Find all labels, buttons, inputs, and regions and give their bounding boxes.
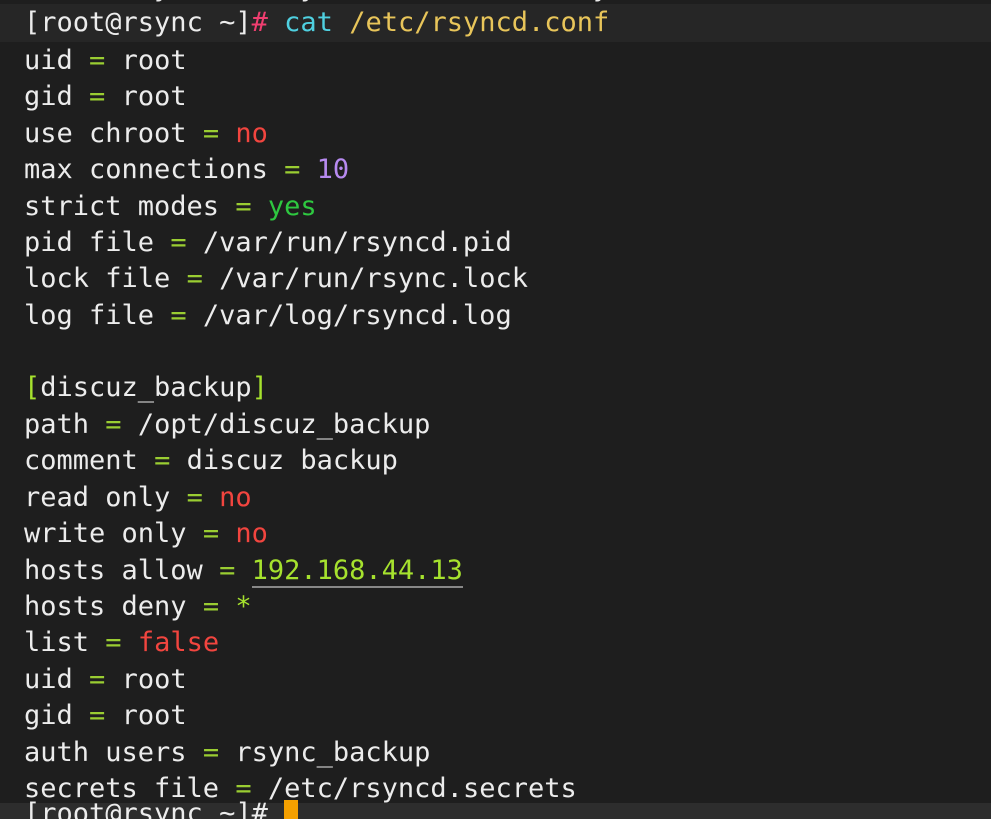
terminal-cursor[interactable]: [284, 800, 299, 819]
config-section-line: hosts allow = 192.168.44.13: [24, 553, 463, 589]
equals-sign: =: [186, 481, 203, 513]
config-value: *: [235, 591, 252, 622]
section-header-line: [discuz_backup]: [24, 370, 268, 406]
equals-sign: =: [170, 227, 187, 258]
config-key: uid: [24, 663, 73, 695]
config-key: auth users: [24, 736, 187, 768]
equals-sign: =: [89, 81, 106, 113]
command-argument: /etc/rsyncd.conf: [349, 7, 610, 38]
config-key: hosts deny: [24, 591, 187, 622]
config-section-line: hosts deny = *: [24, 589, 252, 625]
equals-sign: =: [202, 117, 220, 149]
config-key: log file: [24, 299, 155, 331]
config-global-line: gid = root: [24, 79, 187, 115]
equals-sign: =: [105, 627, 122, 659]
config-key: lock file: [24, 263, 171, 295]
config-section-line: comment = discuz backup: [24, 443, 398, 479]
config-value: yes: [267, 190, 317, 222]
config-key: path: [24, 409, 90, 440]
terminal-window[interactable]: [root@rsync ~]# systemctl status rsyncd …: [0, 0, 991, 819]
config-value: /var/log/rsyncd.log: [202, 299, 512, 331]
equals-sign: =: [89, 700, 106, 732]
config-value: /var/run/rsyncd.pid: [202, 227, 512, 258]
section-bracket-close: ]: [251, 372, 268, 403]
equals-sign: =: [202, 736, 220, 768]
equals-sign: =: [89, 45, 106, 76]
config-key: comment: [24, 445, 138, 477]
config-key: hosts allow: [24, 554, 203, 586]
equals-sign: =: [202, 591, 220, 622]
config-global-line: use chroot = no: [24, 116, 268, 152]
config-key: read only: [24, 481, 171, 513]
bottom-prompt-text: [root@rsync ~]#: [24, 798, 268, 819]
config-section-line: list = false: [24, 625, 219, 661]
equals-sign: =: [219, 554, 236, 586]
config-section-line: uid = root: [24, 662, 187, 698]
config-key: list: [24, 627, 90, 659]
config-value: rsync_backup: [235, 736, 431, 768]
config-value: /opt/discuz_backup: [137, 409, 431, 440]
config-key: write only: [24, 518, 187, 550]
bottom-prompt-line[interactable]: [root@rsync ~]#: [24, 796, 299, 819]
config-value: false: [137, 627, 220, 659]
config-global-line: lock file = /var/run/rsync.lock: [24, 261, 528, 297]
equals-sign: =: [284, 154, 301, 186]
config-global-line: max connections = 10: [24, 152, 349, 188]
config-value: root: [121, 700, 187, 732]
prompt-hash: #: [251, 7, 268, 38]
prompt-user-host: root@rsync: [40, 7, 203, 38]
equals-sign: =: [186, 263, 203, 295]
config-value: 192.168.44.13: [251, 554, 463, 588]
config-value: /etc/rsyncd.secrets: [267, 773, 577, 804]
prompt-bracket-close: ]: [235, 7, 252, 38]
prompt-path: ~: [202, 7, 236, 38]
config-value: no: [235, 117, 268, 149]
config-key: strict modes: [24, 190, 220, 222]
prompt-bracket-open: [: [24, 7, 41, 38]
config-section-line: read only = no: [24, 480, 252, 516]
config-global-line: uid = root: [24, 43, 187, 79]
config-key: uid: [24, 45, 73, 76]
section-header-name: discuz_backup: [40, 372, 252, 403]
config-value: no: [235, 518, 268, 550]
equals-sign: =: [105, 409, 122, 440]
config-key: gid: [24, 81, 73, 113]
equals-sign: =: [154, 445, 171, 477]
config-section-line: auth users = rsync_backup: [24, 735, 430, 771]
config-key: use chroot: [24, 117, 187, 149]
config-section-line: write only = no: [24, 516, 268, 552]
section-bracket-open: [: [24, 372, 41, 403]
config-value: root: [121, 81, 187, 113]
config-value: no: [219, 481, 252, 513]
equals-sign: =: [235, 190, 252, 222]
command-prompt-line: [root@rsync ~]# cat /etc/rsyncd.conf: [24, 5, 609, 41]
config-key: max connections: [24, 154, 268, 186]
config-global-line: strict modes = yes: [24, 189, 317, 225]
config-key: pid file: [24, 227, 155, 258]
equals-sign: =: [170, 299, 187, 331]
config-key: gid: [24, 700, 73, 732]
equals-sign: =: [202, 518, 220, 550]
config-section-line: path = /opt/discuz_backup: [24, 407, 430, 443]
equals-sign: =: [89, 663, 106, 695]
config-value: /var/run/rsync.lock: [219, 263, 528, 295]
config-global-line: pid file = /var/run/rsyncd.pid: [24, 225, 512, 261]
config-value: root: [121, 663, 187, 695]
config-section-line: gid = root: [24, 698, 187, 734]
command-name: cat: [284, 7, 333, 38]
config-global-line: log file = /var/log/rsyncd.log: [24, 298, 512, 334]
config-value: 10: [316, 154, 350, 186]
config-value: root: [121, 45, 187, 76]
config-value: discuz backup: [186, 445, 398, 477]
